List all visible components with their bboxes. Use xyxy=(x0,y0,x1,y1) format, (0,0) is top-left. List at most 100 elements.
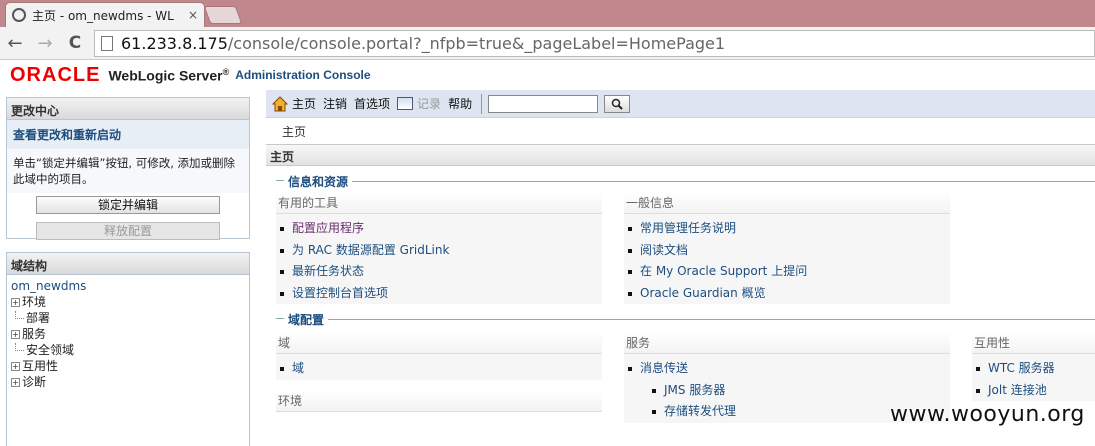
breadcrumb[interactable]: 主页 xyxy=(266,118,1095,144)
list-item-task-status[interactable]: 最新任务状态 xyxy=(278,261,602,283)
list-item-oracle-guardian[interactable]: Oracle Guardian 概览 xyxy=(626,283,950,305)
search-input[interactable] xyxy=(488,94,599,113)
change-center-desc: 单击“锁定并编辑”按钮, 可修改, 添加或删除此域中的项目。 xyxy=(7,149,249,193)
list-item-domain[interactable]: 域 xyxy=(278,358,602,380)
admin-console-label: Administration Console xyxy=(235,68,371,82)
tree-node-label: 安全领域 xyxy=(26,343,75,357)
main-content: 主页 注销 首选项 记录 帮助 主页 主页 信息和资源 有用的工具 配置应用程序… xyxy=(266,90,1095,446)
domain-list: 域 xyxy=(276,354,602,380)
tree-connector-icon xyxy=(15,343,24,351)
home-icon xyxy=(272,95,288,111)
change-center-panel: 更改中心 查看更改和重新启动 单击“锁定并编辑”按钮, 可修改, 添加或删除此域… xyxy=(6,97,250,240)
url-path: /console/console.portal?_nfpb=true&_page… xyxy=(227,34,726,53)
watermark: www.wooyun.org xyxy=(890,402,1085,427)
expand-icon[interactable]: + xyxy=(11,297,20,307)
list-item-gridlink[interactable]: 为 RAC 数据源配置 GridLink xyxy=(278,240,602,262)
weblogic-favicon-icon xyxy=(12,8,26,22)
domain-tree: om_newdms + 环境 部署 + 服务 安全领域 + 互用性 + 诊断 xyxy=(7,275,249,393)
url-host: 61.233.8.175 xyxy=(121,34,228,53)
list-item-oracle-support[interactable]: 在 My Oracle Support 上提问 xyxy=(626,261,950,283)
view-changes-link[interactable]: 查看更改和重新启动 xyxy=(7,120,249,149)
tree-node-services[interactable]: + 服务 xyxy=(11,326,245,342)
domain-structure-title: 域结构 xyxy=(7,253,249,275)
section-domain-config[interactable]: 域配置 xyxy=(266,310,1095,328)
list-item-wtc-servers[interactable]: WTC 服务器 xyxy=(974,358,1095,380)
record-label: 记录 xyxy=(417,97,442,111)
list-item-messaging[interactable]: 消息传送 xyxy=(626,358,950,380)
new-tab-button[interactable] xyxy=(203,6,243,24)
section-rule xyxy=(352,180,1095,182)
address-bar[interactable]: 61.233.8.175/console/console.portal?_nfp… xyxy=(94,30,1095,57)
general-info-list: 常用管理任务说明 阅读文档 在 My Oracle Support 上提问 Or… xyxy=(624,214,950,304)
useful-tools-list: 配置应用程序 为 RAC 数据源配置 GridLink 最新任务状态 设置控制台… xyxy=(276,214,602,304)
search-button[interactable] xyxy=(604,94,631,113)
domain-column-title: 域 xyxy=(276,332,602,354)
app-header: ORACLE WebLogic Server® Administration C… xyxy=(0,60,1095,90)
back-icon[interactable]: ← xyxy=(0,33,30,54)
registered-mark: ® xyxy=(222,66,230,77)
domain-structure-panel: 域结构 om_newdms + 环境 部署 + 服务 安全领域 + 互用性 + 诊断 xyxy=(6,252,250,446)
tree-node-diagnostics[interactable]: + 诊断 xyxy=(11,374,245,390)
list-item-config-app[interactable]: 配置应用程序 xyxy=(278,218,602,240)
page-title: 主页 xyxy=(266,144,1095,166)
services-column-title: 服务 xyxy=(624,332,950,354)
browser-tab[interactable]: 主页 - om_newdms - WL × xyxy=(5,2,205,27)
general-info-title: 一般信息 xyxy=(624,192,950,214)
section-rule xyxy=(328,318,1095,320)
logout-link[interactable]: 注销 xyxy=(323,95,347,112)
tree-node-label: 互用性 xyxy=(22,359,59,373)
record-icon xyxy=(397,97,414,110)
expand-icon[interactable]: + xyxy=(11,329,20,339)
browser-tab-strip: 主页 - om_newdms - WL × xyxy=(0,0,1095,27)
list-item-jms-servers[interactable]: JMS 服务器 xyxy=(650,380,950,402)
interop-column-title: 互用性 xyxy=(972,332,1095,354)
home-label: 主页 xyxy=(292,97,317,111)
tree-node-deployments[interactable]: 部署 xyxy=(11,310,245,326)
tree-node-label: 诊断 xyxy=(22,375,47,389)
change-center-title: 更改中心 xyxy=(7,98,249,120)
tree-node-label: 部署 xyxy=(26,311,51,325)
tree-node-interoperability[interactable]: + 互用性 xyxy=(11,358,245,374)
tree-node-label: 环境 xyxy=(22,295,47,309)
info-columns: 有用的工具 配置应用程序 为 RAC 数据源配置 GridLink 最新任务状态… xyxy=(266,190,1095,310)
preferences-link[interactable]: 首选项 xyxy=(354,95,390,112)
tab-close-icon[interactable]: × xyxy=(188,8,198,22)
product-name-text: WebLogic Server xyxy=(108,67,223,84)
useful-tools-title: 有用的工具 xyxy=(276,192,602,214)
reload-icon[interactable]: C xyxy=(60,33,90,53)
browser-toolbar: ← → C 61.233.8.175/console/console.porta… xyxy=(0,27,1095,60)
record-link[interactable]: 记录 xyxy=(397,95,441,112)
toolbar-divider xyxy=(481,93,483,114)
lock-and-edit-button[interactable]: 锁定并编辑 xyxy=(36,196,220,214)
list-item-admin-tasks[interactable]: 常用管理任务说明 xyxy=(626,218,950,240)
home-link[interactable]: 主页 xyxy=(272,95,316,112)
useful-tools-column: 有用的工具 配置应用程序 为 RAC 数据源配置 GridLink 最新任务状态… xyxy=(276,192,602,304)
tree-node-label: 服务 xyxy=(22,327,47,341)
oracle-logo: ORACLE xyxy=(10,63,101,86)
general-info-column: 一般信息 常用管理任务说明 阅读文档 在 My Oracle Support 上… xyxy=(624,192,950,304)
forward-icon[interactable]: → xyxy=(30,33,60,54)
tree-root[interactable]: om_newdms xyxy=(11,278,245,294)
interop-list: WTC 服务器 Jolt 连接池 xyxy=(972,354,1095,401)
tree-connector-icon xyxy=(15,311,24,319)
domain-column: 域 域 环境 xyxy=(276,332,602,412)
environment-column-title: 环境 xyxy=(276,389,602,412)
list-item-read-docs[interactable]: 阅读文档 xyxy=(626,240,950,262)
list-item-jolt-pools[interactable]: Jolt 连接池 xyxy=(974,380,1095,402)
expand-icon[interactable]: + xyxy=(11,361,20,371)
page-icon xyxy=(101,36,113,51)
help-link[interactable]: 帮助 xyxy=(448,95,472,112)
section-title-text: 信息和资源 xyxy=(276,172,351,190)
section-info-resources[interactable]: 信息和资源 xyxy=(266,172,1095,190)
list-item-console-prefs[interactable]: 设置控制台首选项 xyxy=(278,283,602,305)
product-name: WebLogic Server® xyxy=(108,67,229,84)
tab-title: 主页 - om_newdms - WL xyxy=(32,8,174,23)
expand-icon[interactable]: + xyxy=(11,377,20,387)
search-icon xyxy=(611,98,623,110)
console-toolbar: 主页 注销 首选项 记录 帮助 xyxy=(266,90,1095,118)
tree-node-environment[interactable]: + 环境 xyxy=(11,294,245,310)
interop-column: 互用性 WTC 服务器 Jolt 连接池 xyxy=(972,332,1095,401)
release-config-button[interactable]: 释放配置 xyxy=(36,222,220,240)
tree-node-security-realms[interactable]: 安全领域 xyxy=(11,342,245,358)
section-title-text: 域配置 xyxy=(276,310,327,328)
